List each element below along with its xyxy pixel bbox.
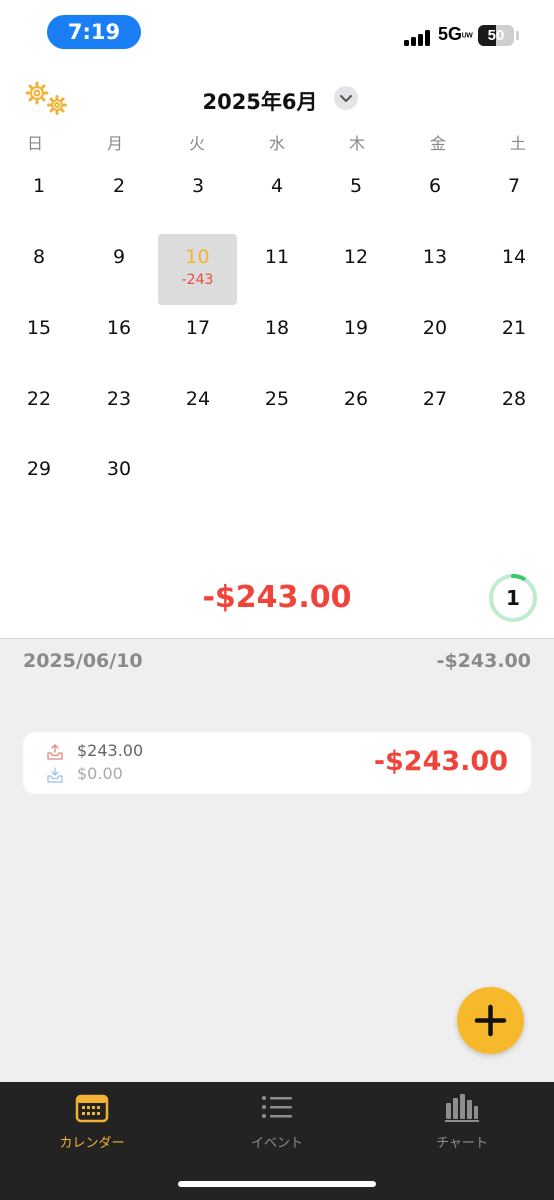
calendar-day[interactable]: 12 <box>316 246 396 316</box>
day-number: 11 <box>264 246 290 268</box>
day-number: 18 <box>264 317 290 339</box>
day-number: 10 <box>185 246 210 268</box>
entry-expense: $243.00 <box>77 741 144 760</box>
tab-chart[interactable]: チャート <box>370 1082 554 1162</box>
day-number: 9 <box>112 246 126 268</box>
day-number: 17 <box>185 317 211 339</box>
calendar-day[interactable]: 14 <box>474 246 554 316</box>
detail-date: 2025/06/10 <box>23 650 143 672</box>
day-number: 12 <box>343 246 369 268</box>
add-entry-button[interactable] <box>457 987 524 1054</box>
tab-label: チャート <box>436 1136 488 1151</box>
day-number: 8 <box>32 246 46 268</box>
day-number: 5 <box>349 175 363 197</box>
calendar-day[interactable]: 28 <box>474 388 554 458</box>
calendar-day[interactable]: 7 <box>474 175 554 245</box>
calendar-day[interactable]: 24 <box>158 388 238 458</box>
bar-chart-icon <box>445 1094 479 1122</box>
weekday-label: 月 <box>106 134 123 153</box>
tab-label: イベント <box>250 1136 303 1151</box>
day-number: 25 <box>264 388 290 410</box>
weekday-label: 木 <box>348 134 365 153</box>
day-number: 22 <box>26 388 52 410</box>
day-number: 27 <box>422 388 448 410</box>
day-number: 1 <box>32 175 46 197</box>
network-label: 5Gᵁᵂ <box>438 24 473 44</box>
day-number: 19 <box>343 317 369 339</box>
day-number: 28 <box>501 388 527 410</box>
entry-income: $0.00 <box>77 764 123 783</box>
battery-nub <box>516 31 519 40</box>
calendar-day[interactable]: 27 <box>395 388 475 458</box>
weekday-header: 日 月 火 水 木 金 土 <box>0 130 554 154</box>
weekday-label: 水 <box>268 134 285 153</box>
day-number: 29 <box>26 458 52 480</box>
entry-net: -$243.00 <box>373 746 508 777</box>
tab-events[interactable]: イベント <box>185 1082 369 1162</box>
calendar-day[interactable]: 23 <box>79 388 159 458</box>
calendar-day[interactable]: 22 <box>0 388 79 458</box>
tab-calendar[interactable]: カレンダー <box>0 1082 184 1162</box>
tray-out-icon <box>47 744 63 760</box>
day-number: 2 <box>112 175 126 197</box>
entry-card[interactable]: $243.00 $0.00 -$243.00 <box>23 732 531 794</box>
calendar-day[interactable]: 8 <box>0 246 79 316</box>
calendar-day[interactable]: 29 <box>0 458 79 528</box>
entry-count: 1 <box>506 586 520 610</box>
weekday-label: 金 <box>429 134 446 153</box>
calendar-day[interactable]: 6 <box>395 175 475 245</box>
status-time[interactable]: 7:19 <box>47 15 141 49</box>
calendar-day[interactable]: 13 <box>395 246 475 316</box>
weekday-label: 火 <box>188 134 205 153</box>
day-number: 15 <box>26 317 52 339</box>
battery-icon: 50 <box>478 25 514 46</box>
calendar-day[interactable]: 15 <box>0 317 79 387</box>
calendar-day[interactable]: 11 <box>237 246 317 316</box>
day-number: 30 <box>106 458 132 480</box>
day-number: 24 <box>185 388 211 410</box>
calendar-day[interactable]: 18 <box>237 317 317 387</box>
signal-icon <box>404 30 432 46</box>
weekday-label: 日 <box>26 134 43 153</box>
weekday-label: 土 <box>509 134 526 153</box>
day-number: 4 <box>270 175 284 197</box>
calendar-day[interactable]: 17 <box>158 317 238 387</box>
calendar-day[interactable]: 4 <box>237 175 317 245</box>
calendar-day[interactable]: 30 <box>79 458 159 528</box>
calendar-day[interactable]: 21 <box>474 317 554 387</box>
calendar-day[interactable]: 5 <box>316 175 396 245</box>
day-number: 23 <box>106 388 132 410</box>
day-number: 6 <box>428 175 442 197</box>
tab-label: カレンダー <box>59 1136 125 1151</box>
list-icon <box>262 1096 292 1118</box>
day-number: 7 <box>507 175 521 197</box>
calendar-day[interactable]: 9 <box>79 246 159 316</box>
tray-in-icon <box>47 767 63 783</box>
day-number: 13 <box>422 246 448 268</box>
calendar-day[interactable]: 16 <box>79 317 159 387</box>
month-title[interactable]: 2025年6月 <box>0 86 520 116</box>
calendar-day-selected[interactable]: 10 -243 <box>158 234 237 305</box>
plus-icon <box>474 1004 507 1037</box>
battery-level: 50 <box>487 27 505 44</box>
month-total: -$243.00 <box>202 580 352 615</box>
day-number: 21 <box>501 317 527 339</box>
calendar-day[interactable]: 20 <box>395 317 475 387</box>
chevron-down-icon[interactable] <box>334 86 358 110</box>
calendar-day[interactable]: 2 <box>79 175 159 245</box>
calendar-day[interactable]: 25 <box>237 388 317 458</box>
calendar-day[interactable]: 19 <box>316 317 396 387</box>
status-bar: 7:19 5Gᵁᵂ 50 <box>0 0 554 64</box>
day-number: 16 <box>106 317 132 339</box>
detail-date-total: -$243.00 <box>436 650 531 672</box>
day-number: 20 <box>422 317 448 339</box>
day-number: 14 <box>501 246 527 268</box>
day-amount: -243 <box>181 272 214 288</box>
calendar-icon <box>75 1094 109 1123</box>
day-number: 3 <box>191 175 205 197</box>
day-number: 26 <box>343 388 369 410</box>
home-indicator[interactable] <box>178 1181 376 1187</box>
calendar-day[interactable]: 26 <box>316 388 396 458</box>
calendar-day[interactable]: 1 <box>0 175 79 245</box>
